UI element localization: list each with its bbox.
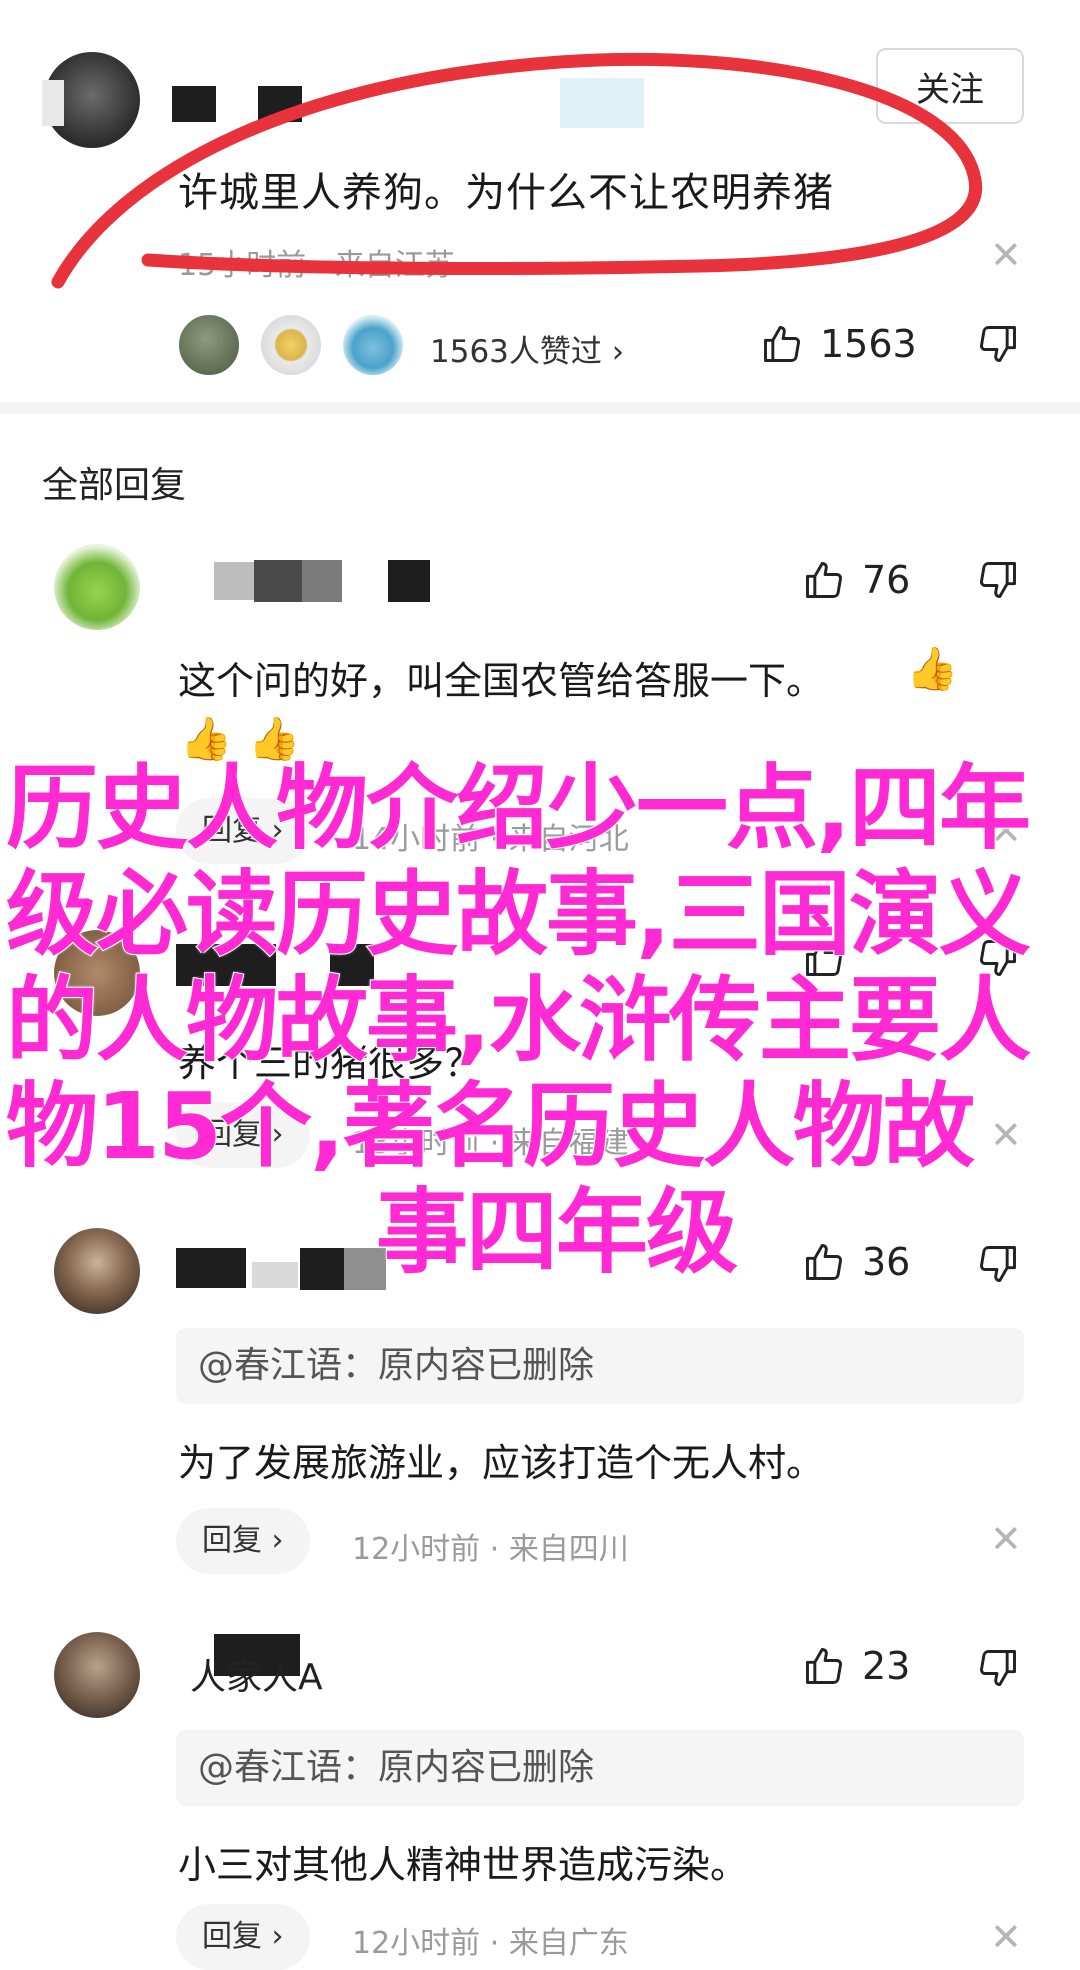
username-mask: [388, 560, 430, 602]
close-icon[interactable]: ✕: [990, 1918, 1022, 1956]
thumbs-up-icon: [806, 562, 842, 598]
thumbs-down-icon: [980, 326, 1016, 362]
comment-time: 12小时前: [352, 1532, 481, 1567]
meta-separator: ·: [489, 1532, 509, 1567]
thumbs-up-icon: [764, 326, 800, 362]
reply-button[interactable]: 回复 ›: [176, 1904, 310, 1970]
chevron-right-icon: ›: [271, 1523, 284, 1558]
chevron-right-icon: ›: [611, 334, 625, 370]
reply-dislike-button[interactable]: [976, 558, 1020, 602]
quoted-comment[interactable]: @春江语：原内容已删除: [176, 1730, 1024, 1806]
annotation-circle: [51, 52, 983, 289]
liker-avatar[interactable]: [340, 312, 406, 378]
close-icon[interactable]: ✕: [990, 1520, 1022, 1558]
overlay-title-line: 的人物故事,水浒传主要人: [5, 967, 1032, 1075]
reply-text: 小三对其他人精神世界造成污染。: [178, 1843, 749, 1887]
username-mask: [302, 560, 342, 602]
reply-like-button[interactable]: 76: [802, 558, 910, 602]
thumbs-up-emoji-icon: 👍: [906, 644, 959, 693]
reply-like-button[interactable]: 23: [802, 1644, 910, 1688]
overlay-title-line: 物15个,著名历史人物故: [5, 1073, 976, 1181]
username-mask: [254, 560, 302, 602]
username-mask: [214, 562, 254, 600]
comment-location: 来自广东: [508, 1926, 629, 1961]
section-title: 全部回复: [42, 465, 187, 506]
reply-button[interactable]: 回复 ›: [176, 1508, 310, 1574]
liker-avatar[interactable]: [258, 312, 324, 378]
overlay-title-line: 事四年级: [375, 1179, 739, 1287]
main-like-count: 1563: [820, 322, 917, 366]
likers-count-link[interactable]: 1563人赞过 ›: [430, 326, 624, 371]
reply-avatar[interactable]: [54, 544, 140, 630]
thumbs-down-icon: [980, 1650, 1016, 1686]
reply-text: 为了发展旅游业，应该打造个无人村。: [178, 1441, 825, 1485]
reply-avatar[interactable]: [54, 1632, 140, 1718]
chevron-right-icon: ›: [271, 1919, 284, 1954]
main-dislike-button[interactable]: [976, 322, 1020, 366]
overlay-title-line: 级必读历史故事,三国演义: [5, 861, 1032, 969]
overlay-title-line: 历史人物介绍少一点,四年: [5, 755, 1032, 863]
reply-button-label: 回复: [202, 1919, 262, 1954]
comment-location: 来自四川: [508, 1532, 629, 1567]
reply-like-count: 76: [862, 558, 911, 602]
main-like-button[interactable]: 1563: [760, 322, 917, 366]
overlay-title: 历史人物介绍少一点,四年 级必读历史故事,三国演义 的人物故事,水浒传主要人 物…: [5, 755, 1036, 1287]
thumbs-up-icon: [806, 1648, 842, 1684]
quoted-comment[interactable]: @春江语：原内容已删除: [176, 1328, 1024, 1404]
reply-button-label: 回复: [202, 1523, 262, 1558]
reply-meta: 12小时前 · 来自四川: [352, 1524, 629, 1568]
thumbs-down-icon: [980, 562, 1016, 598]
comment-time: 12小时前: [352, 1926, 481, 1961]
reply-username[interactable]: 人家人A: [190, 1648, 323, 1700]
section-divider: [0, 402, 1080, 414]
reply-like-count: 23: [862, 1644, 911, 1688]
reply-dislike-button[interactable]: [976, 1646, 1020, 1690]
reply-meta: 12小时前 · 来自广东: [352, 1918, 629, 1962]
meta-separator: ·: [489, 1926, 509, 1961]
liker-avatar[interactable]: [176, 312, 242, 378]
likers-count-text: 1563人赞过: [430, 334, 602, 370]
reply-text: 这个问的好，叫全国农管给答服一下。: [178, 659, 825, 703]
